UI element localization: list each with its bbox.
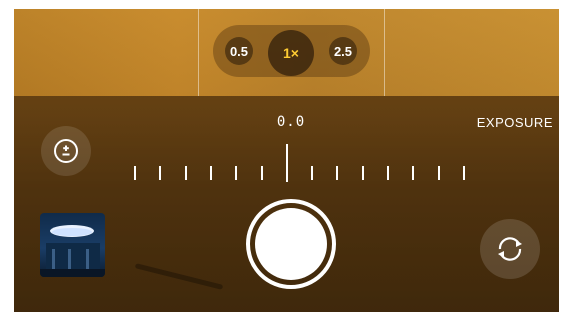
exposure-label: EXPOSURE — [476, 115, 553, 130]
exposure-value: 0.0 — [276, 114, 306, 130]
exposure-tick — [235, 166, 238, 180]
zoom-selector: 0.5 1× 2.5 — [213, 25, 370, 77]
camera-screen: 0.5 1× 2.5 EXPOSURE 0.0 — [14, 9, 559, 312]
exposure-tick — [311, 166, 314, 180]
exposure-tick — [387, 166, 389, 180]
exposure-tick — [412, 166, 415, 180]
photo-preview-image — [40, 225, 105, 277]
exposure-tick — [260, 166, 263, 180]
zoom-0-5-button[interactable]: 0.5 — [225, 37, 253, 65]
camera-flip-icon — [498, 237, 522, 261]
exposure-tick — [285, 144, 288, 182]
exposure-tick — [361, 166, 364, 180]
viewfinder[interactable]: 0.5 1× 2.5 — [14, 9, 559, 96]
shutter-button[interactable] — [246, 199, 336, 289]
flip-camera-button[interactable] — [480, 219, 540, 279]
exposure-tick — [437, 166, 440, 180]
shadow-streak — [134, 263, 224, 290]
exposure-tick — [184, 166, 187, 180]
grid-line — [198, 9, 199, 96]
camera-controls: EXPOSURE 0.0 — [14, 96, 559, 312]
last-photo-thumbnail[interactable] — [40, 213, 105, 277]
exposure-tick — [134, 166, 136, 180]
exposure-tick — [209, 166, 212, 180]
exposure-tick — [336, 166, 339, 180]
zoom-1x-button[interactable]: 1× — [268, 30, 314, 76]
grid-line — [384, 9, 385, 96]
exposure-tick — [159, 166, 162, 180]
exposure-slider[interactable] — [14, 144, 559, 184]
exposure-tick — [462, 166, 465, 180]
shutter-inner — [255, 208, 327, 280]
zoom-2-5-button[interactable]: 2.5 — [329, 37, 357, 65]
